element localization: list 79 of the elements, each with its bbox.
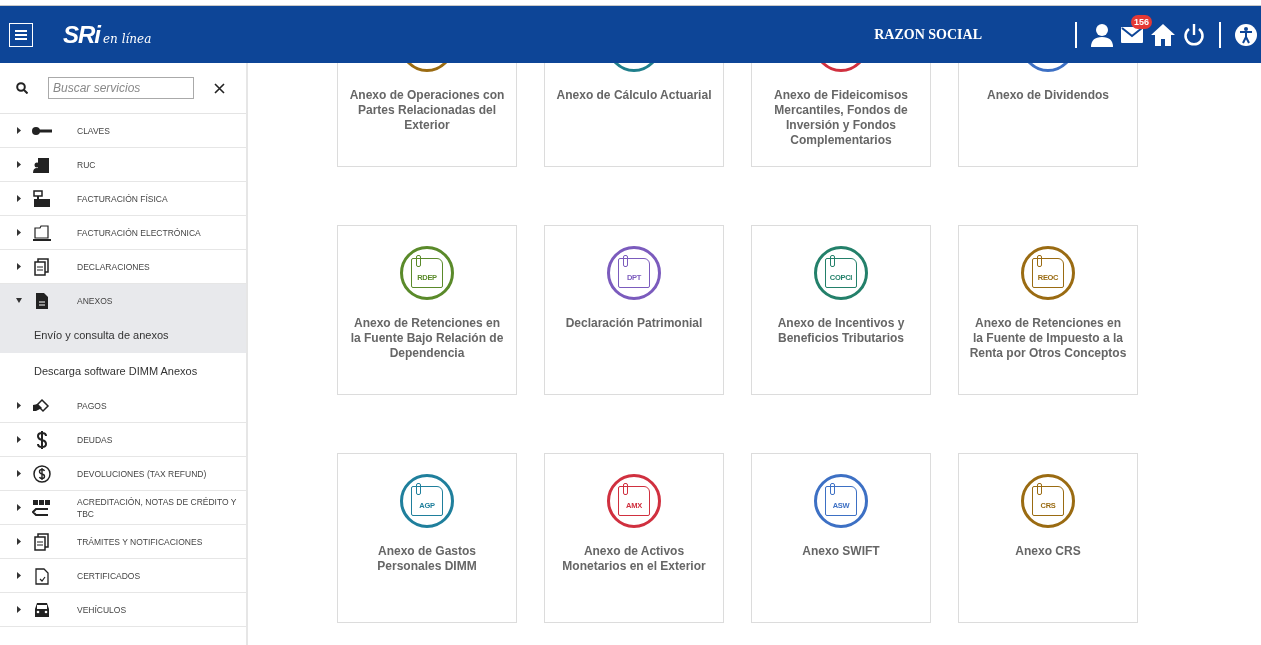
card-title: Anexo de Retenciones en la Fuente Bajo Relación de Dependencia	[349, 316, 505, 361]
menu-item[interactable]: DEUDAS	[0, 423, 246, 457]
accessibility-icon[interactable]	[1235, 23, 1257, 46]
menu-item[interactable]: VEHÍCULOS	[0, 593, 246, 627]
coin-icon	[32, 464, 52, 483]
menu-label: FACTURACIÓN FÍSICA	[77, 192, 168, 205]
card-title: Anexo SWIFT	[801, 544, 881, 559]
card-title: Anexo de Operaciones con Partes Relacionadas del Exterior	[348, 88, 506, 133]
caret-icon	[16, 606, 22, 613]
caret-icon	[16, 436, 22, 443]
card-title: Anexo de Dividendos	[986, 88, 1110, 103]
menu-label: CERTIFICADOS	[77, 569, 141, 582]
submenu-item[interactable]: Descarga software DIMM Anexos	[0, 353, 246, 389]
annex-card[interactable]: Anexo de Operaciones con Partes Relacionadas del Exterior	[337, 63, 517, 167]
card-title: Anexo de Gastos Personales DIMM	[376, 544, 478, 574]
menu-item[interactable]: TRÁMITES Y NOTIFICACIONES	[0, 525, 246, 559]
menu-label: FACTURACIÓN ELECTRÓNICA	[77, 226, 201, 239]
menu-item[interactable]: FACTURACIÓN FÍSICA	[0, 182, 246, 216]
menu-item[interactable]: ACREDITACIÓN, NOTAS DE CRÉDITO Y TBC	[0, 491, 246, 525]
search-icon	[16, 82, 28, 94]
menu-label: PAGOS	[77, 399, 107, 412]
submenu-item[interactable]: Envío y consulta de anexos	[0, 317, 246, 353]
home-icon[interactable]	[1151, 23, 1175, 46]
menu-button[interactable]	[9, 22, 33, 47]
annex-card[interactable]: Anexo de Fideicomisos Mercantiles, Fondos de Inversión y Fondos Complementarios	[751, 63, 931, 167]
menu-label: RUC	[77, 158, 96, 171]
menu-item[interactable]: CERTIFICADOS	[0, 559, 246, 593]
certificate-icon	[32, 566, 52, 585]
caret-icon	[16, 297, 22, 304]
user-icon[interactable]	[1091, 22, 1113, 47]
caret-icon	[16, 195, 22, 202]
logo-tagline: en línea	[103, 31, 152, 46]
menu-item[interactable]: CLAVES	[0, 114, 246, 148]
close-icon[interactable]	[214, 82, 225, 94]
card-title: Declaración Patrimonial	[564, 316, 704, 331]
annex-card[interactable]: Anexo de Cálculo Actuarial	[544, 63, 724, 167]
documents-icon	[32, 532, 52, 551]
menu-label: CLAVES	[77, 124, 110, 137]
register-icon	[32, 189, 52, 208]
menu-item[interactable]: ANEXOS	[0, 284, 246, 317]
hand-icon	[32, 396, 52, 415]
card-title: Anexo de Activos Monetarios en el Exterior	[561, 544, 707, 574]
search-field[interactable]: Buscar servicios	[48, 77, 194, 99]
caret-icon	[16, 402, 22, 409]
caret-icon	[16, 470, 22, 477]
caret-icon	[16, 263, 22, 270]
menu-label: VEHÍCULOS	[77, 603, 127, 616]
caret-icon	[16, 161, 22, 168]
menu-label: DECLARACIONES	[77, 260, 150, 273]
caret-icon	[16, 127, 22, 134]
menu-item[interactable]: DEVOLUCIONES (TAX REFUND)	[0, 457, 246, 491]
power-icon[interactable]	[1183, 23, 1205, 46]
caret-icon	[16, 538, 22, 545]
caret-icon	[16, 229, 22, 236]
document-icon	[32, 257, 52, 276]
menu-item[interactable]: PAGOS	[0, 389, 246, 423]
menu-label: DEUDAS	[77, 433, 113, 446]
card-title: Anexo de Incentivos y Beneficios Tributarios	[776, 316, 906, 346]
card-title: Anexo de Fideicomisos Mercantiles, Fondos de Inversión y Fondos Complementarios	[772, 88, 909, 148]
notification-badge: 156	[1131, 14, 1153, 29]
car-icon	[32, 600, 52, 619]
logo[interactable]: SRi	[63, 20, 100, 49]
menu-label: ANEXOS	[77, 294, 113, 307]
caret-icon	[16, 504, 22, 511]
account-name: RAZON SOCIAL	[874, 26, 982, 43]
menu-icon	[15, 29, 27, 40]
card-title: Anexo de Cálculo Actuarial	[555, 88, 713, 103]
menu-item[interactable]: RUC	[0, 148, 246, 182]
card-title: Anexo de Retenciones en la Fuente de Impuesto a la Renta por Otros Conceptos	[968, 316, 1128, 361]
menu-label: ACREDITACIÓN, NOTAS DE CRÉDITO Y TBC	[77, 495, 237, 520]
key-icon	[32, 126, 52, 135]
menu-label: TRÁMITES Y NOTIFICACIONES	[77, 535, 203, 548]
menu-item[interactable]: FACTURACIÓN ELECTRÓNICA	[0, 216, 246, 250]
annex-card[interactable]: Anexo de Dividendos	[958, 63, 1138, 167]
card-title: Anexo CRS	[1014, 544, 1082, 559]
mail-icon[interactable]	[1121, 26, 1143, 43]
laptop-icon	[32, 223, 52, 242]
caret-icon	[16, 572, 22, 579]
menu-label: DEVOLUCIONES (TAX REFUND)	[77, 467, 207, 480]
